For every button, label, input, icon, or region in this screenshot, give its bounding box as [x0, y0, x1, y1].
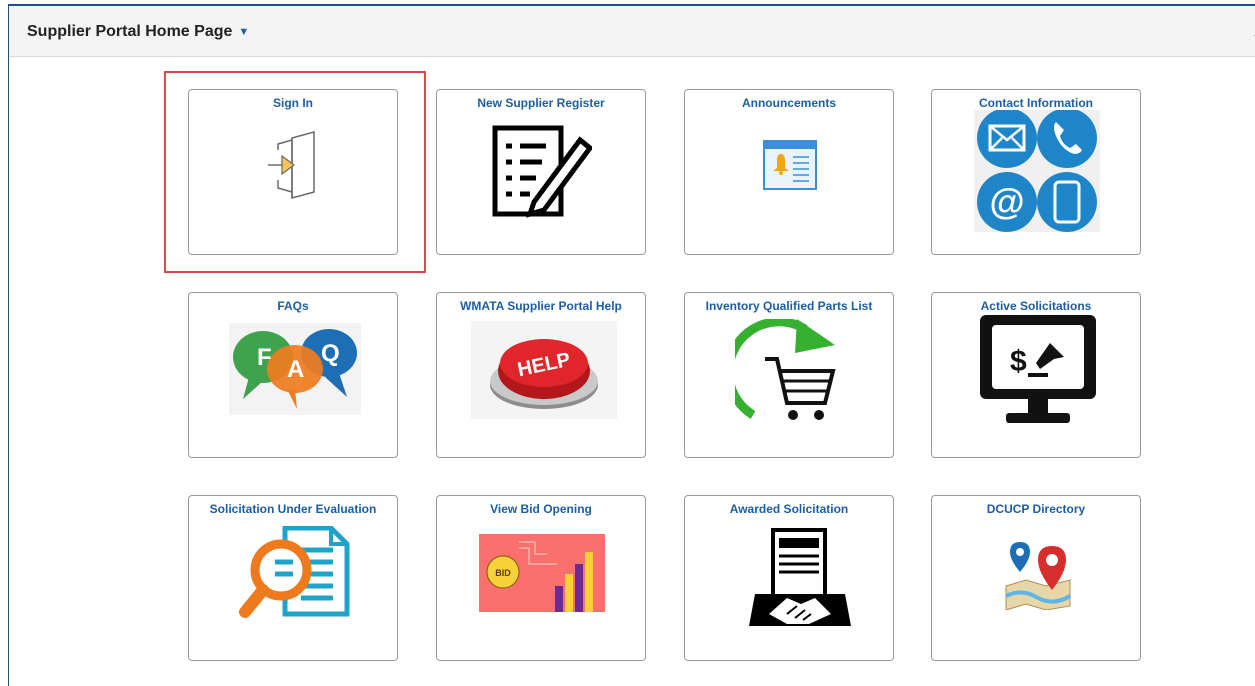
- tile-title: FAQs: [277, 299, 309, 313]
- handshake-contract-icon: [749, 528, 851, 626]
- tile-contact-information[interactable]: Contact Information @: [931, 89, 1141, 255]
- tile-title: View Bid Opening: [490, 502, 592, 516]
- chevron-down-icon[interactable]: ▼: [238, 26, 249, 38]
- svg-text:F: F: [257, 344, 272, 371]
- contact-methods-icon: @: [974, 110, 1100, 232]
- faq-speech-bubbles-icon: F A Q: [229, 323, 361, 415]
- tile-title: Solicitation Under Evaluation: [209, 502, 377, 516]
- svg-text:A: A: [287, 356, 304, 383]
- tile-inventory-qualified-parts-list[interactable]: Inventory Qualified Parts List: [684, 292, 894, 458]
- tile-faqs[interactable]: FAQs F A Q: [188, 292, 398, 458]
- page-header: Supplier Portal Home Page▼ ◂: [9, 6, 1255, 57]
- registration-form-icon: [492, 125, 592, 218]
- svg-text:@: @: [989, 181, 1024, 222]
- auction-monitor-icon: $: [980, 315, 1096, 423]
- tile-title: Announcements: [741, 96, 836, 110]
- tile-title: Contact Information: [979, 96, 1093, 110]
- bid-chart-icon: BID: [479, 534, 605, 612]
- tile-title: Active Solicitations: [980, 299, 1092, 313]
- tile-active-solicitations[interactable]: Active Solicitations $: [931, 292, 1141, 458]
- tile-awarded-solicitation[interactable]: Awarded Solicitation: [684, 495, 894, 661]
- page-title[interactable]: Supplier Portal Home Page ▼: [27, 23, 249, 41]
- page-title-text: Supplier Portal Home Page: [27, 23, 233, 40]
- tile-title: Inventory Qualified Parts List: [705, 299, 873, 313]
- tile-title: New Supplier Register: [477, 96, 605, 110]
- help-button-icon: HELP: [471, 321, 617, 419]
- announcement-bell-icon: [763, 140, 817, 190]
- tile-title: WMATA Supplier Portal Help: [460, 299, 622, 313]
- sign-in-door-icon: [268, 131, 315, 199]
- tile-title: Awarded Solicitation: [729, 502, 849, 516]
- document-magnifier-icon: [239, 526, 350, 618]
- map-pins-icon: [1005, 542, 1072, 610]
- dollar-sign-text: $: [1010, 345, 1027, 378]
- tile-title: DCUCP Directory: [986, 502, 1086, 516]
- tile-new-supplier-register[interactable]: New Supplier Register: [436, 89, 646, 255]
- tile-title: Sign In: [273, 96, 313, 110]
- tile-dcucp-directory[interactable]: DCUCP Directory: [931, 495, 1141, 661]
- bid-coin-text: BID: [495, 568, 511, 578]
- tile-solicitation-under-evaluation[interactable]: Solicitation Under Evaluation: [188, 495, 398, 661]
- svg-text:Q: Q: [321, 340, 340, 367]
- tile-wmata-supplier-portal-help[interactable]: WMATA Supplier Portal Help HELP: [436, 292, 646, 458]
- tile-announcements[interactable]: Announcements: [684, 89, 894, 255]
- cart-refresh-icon: [735, 319, 836, 420]
- tile-sign-in[interactable]: Sign In: [188, 89, 398, 255]
- tile-view-bid-opening[interactable]: View Bid Opening BID: [436, 495, 646, 661]
